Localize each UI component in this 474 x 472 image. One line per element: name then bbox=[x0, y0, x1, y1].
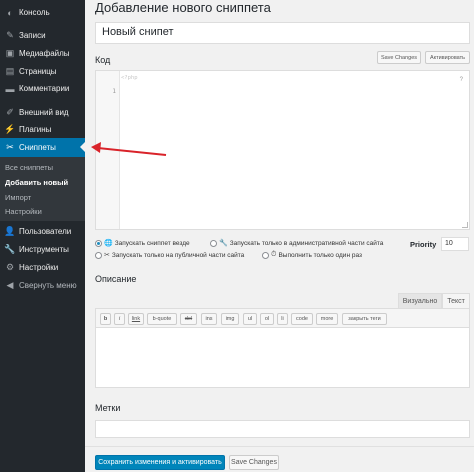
annotation-arrow-icon bbox=[91, 142, 167, 156]
